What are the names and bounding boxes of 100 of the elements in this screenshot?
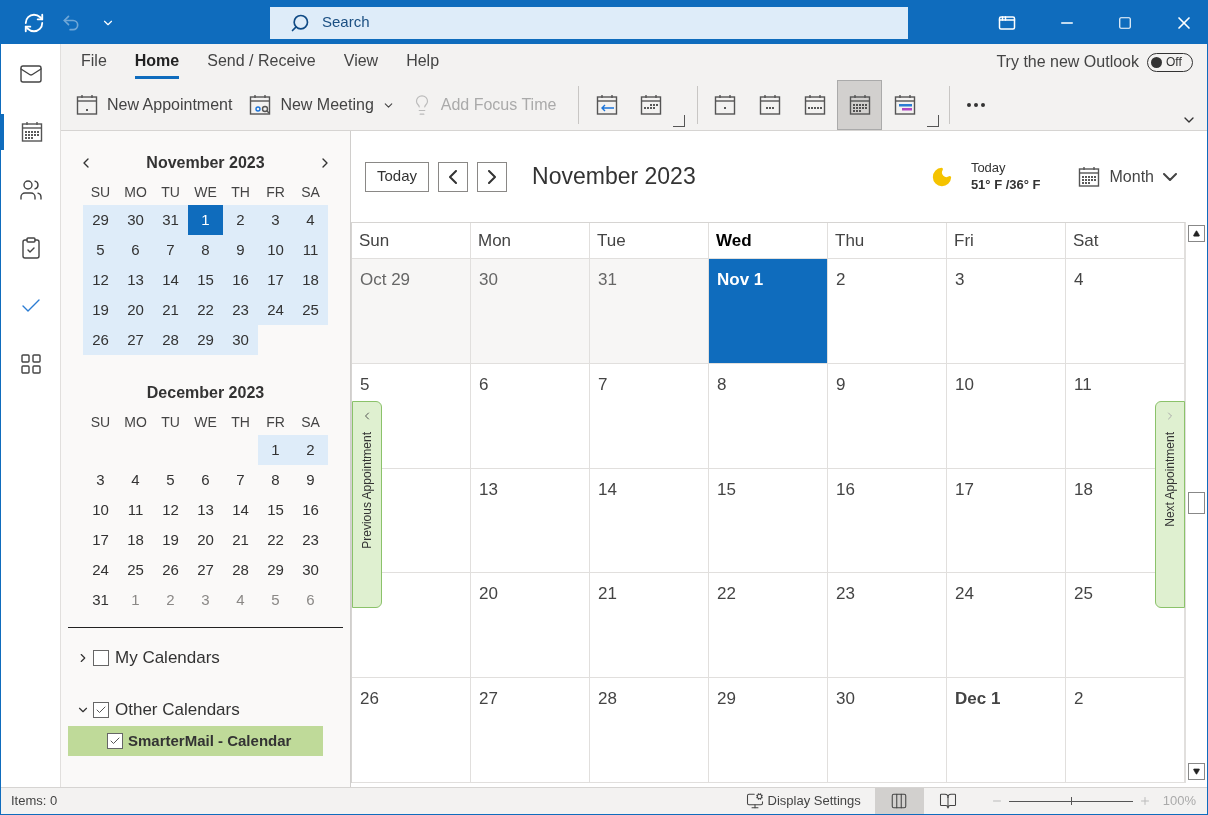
day-number[interactable]: 7 — [598, 374, 608, 394]
mini-calendar-day[interactable]: 8 — [188, 235, 223, 265]
mini-calendar-day[interactable]: 14 — [153, 265, 188, 295]
mini-calendar-day[interactable]: 23 — [293, 525, 328, 555]
day-number[interactable]: 11 — [1074, 374, 1092, 394]
mini-calendar-day[interactable]: 11 — [118, 495, 153, 525]
day-number[interactable]: 28 — [598, 689, 617, 709]
mini-calendar-day[interactable]: 25 — [293, 295, 328, 325]
mini-calendar-day[interactable]: 30 — [118, 205, 153, 235]
mini-calendar-day[interactable]: 3 — [83, 465, 118, 495]
day-number[interactable]: 17 — [955, 479, 974, 499]
day-number[interactable]: 8 — [717, 374, 727, 394]
day-number[interactable]: 22 — [717, 584, 736, 604]
day-number[interactable]: 16 — [836, 479, 855, 499]
ribbon-tab[interactable]: Home — [134, 45, 180, 79]
mini-calendar-day[interactable]: 9 — [293, 465, 328, 495]
mini-calendar-day[interactable]: 6 — [188, 465, 223, 495]
mini-calendar-day[interactable]: 29 — [188, 325, 223, 355]
day-number[interactable]: 25 — [1074, 584, 1093, 604]
mini-calendar-day[interactable]: 28 — [223, 555, 258, 585]
day-number[interactable]: 15 — [717, 479, 736, 499]
checkbox[interactable] — [107, 733, 123, 749]
day-number[interactable]: 6 — [479, 374, 489, 394]
maximize-icon[interactable] — [1118, 15, 1132, 30]
mini-calendar-day[interactable]: 6 — [118, 235, 153, 265]
mini-calendar-day[interactable]: 13 — [188, 495, 223, 525]
mini-calendar-day[interactable]: 31 — [153, 205, 188, 235]
mini-calendar-day[interactable]: 11 — [293, 235, 328, 265]
mini-calendar-day[interactable]: 1 — [258, 435, 293, 465]
mini-calendar-day[interactable]: 19 — [153, 525, 188, 555]
mini-calendar-day[interactable]: 15 — [258, 495, 293, 525]
mini-calendar-day[interactable]: 21 — [223, 525, 258, 555]
day-number[interactable]: 4 — [1074, 269, 1084, 289]
today-button[interactable]: Today — [365, 161, 430, 192]
mini-calendar-day[interactable]: 12 — [83, 265, 118, 295]
mini-calendar-day[interactable]: 1 — [188, 205, 223, 235]
day-number[interactable]: 21 — [598, 584, 617, 604]
checkbox[interactable] — [93, 650, 109, 666]
calendar-list-item[interactable]: SmarterMail - Calendar — [68, 726, 323, 756]
day-number[interactable]: Oct 29 — [360, 269, 411, 289]
mini-calendar-day[interactable]: 18 — [118, 525, 153, 555]
mini-calendar-day[interactable]: 27 — [118, 325, 153, 355]
scroll-up-button[interactable] — [1188, 225, 1205, 242]
ribbon-tab[interactable]: Help — [406, 45, 440, 79]
scroll-thumb[interactable] — [1188, 491, 1205, 514]
ribbon-tab[interactable]: View — [343, 45, 379, 79]
scroll-down-button[interactable] — [1188, 763, 1205, 780]
previous-appointment-tab[interactable]: Previous Appointment — [352, 401, 382, 608]
day-number[interactable]: 26 — [360, 689, 379, 709]
mini-calendar-day[interactable]: 10 — [83, 495, 118, 525]
mini-calendar-day[interactable]: 16 — [223, 265, 258, 295]
day-number[interactable]: 23 — [836, 584, 855, 604]
mini-calendar-day[interactable]: 2 — [293, 435, 328, 465]
mini-calendar-day[interactable]: 9 — [223, 235, 258, 265]
mini-calendar-day[interactable]: 28 — [153, 325, 188, 355]
mini-calendar-day[interactable]: 30 — [223, 325, 258, 355]
next-appointment-tab[interactable]: Next Appointment — [1155, 401, 1185, 608]
mini-calendar-day[interactable]: 13 — [118, 265, 153, 295]
mini-calendar-day[interactable]: 22 — [258, 525, 293, 555]
day-number[interactable]: 31 — [598, 269, 617, 289]
mini-calendar-day[interactable]: 18 — [293, 265, 328, 295]
day-number[interactable]: 2 — [836, 269, 846, 289]
mini-calendar-day[interactable]: 5 — [83, 235, 118, 265]
mini-calendar-day[interactable]: 27 — [188, 555, 223, 585]
day-number[interactable]: 27 — [479, 689, 498, 709]
mini-calendar-day[interactable]: 12 — [153, 495, 188, 525]
search-input[interactable]: Search — [322, 11, 822, 34]
checkbox[interactable] — [93, 702, 109, 718]
mini-calendar-day[interactable]: 20 — [188, 525, 223, 555]
ribbon-icon-button[interactable] — [837, 80, 883, 130]
mini-calendar-day[interactable]: 25 — [118, 555, 153, 585]
mini-calendar-day[interactable]: 19 — [83, 295, 118, 325]
view-dropdown[interactable]: Month — [1076, 164, 1177, 189]
day-number[interactable]: 30 — [479, 269, 498, 289]
dialog-launcher-icon[interactable] — [927, 115, 940, 127]
mini-calendar-day[interactable]: 7 — [223, 465, 258, 495]
mini-calendar-day[interactable]: 26 — [83, 325, 118, 355]
day-number[interactable]: Nov 1 — [717, 269, 764, 289]
mini-calendar-day[interactable]: 4 — [118, 465, 153, 495]
day-number[interactable]: 5 — [360, 374, 370, 394]
mini-calendar-day[interactable]: 21 — [153, 295, 188, 325]
mini-calendar-day[interactable]: 10 — [258, 235, 293, 265]
calendar-group-label[interactable]: My Calendars — [115, 645, 220, 671]
day-number[interactable]: 14 — [598, 479, 617, 499]
mini-calendar-day[interactable]: 5 — [153, 465, 188, 495]
day-number[interactable]: 2 — [1074, 689, 1084, 709]
mini-calendar-day[interactable]: 14 — [223, 495, 258, 525]
mini-calendar-day[interactable]: 31 — [83, 585, 118, 615]
mini-calendar-day[interactable]: 23 — [223, 295, 258, 325]
day-number[interactable]: 13 — [479, 479, 498, 499]
mini-calendar-day[interactable]: 15 — [188, 265, 223, 295]
mini-calendar-day[interactable]: 7 — [153, 235, 188, 265]
day-number[interactable]: 30 — [836, 689, 855, 709]
mini-calendar-day[interactable]: 4 — [293, 205, 328, 235]
display-settings-button[interactable]: Display Settings — [745, 791, 861, 811]
mini-calendar-day[interactable]: 29 — [83, 205, 118, 235]
mini-calendar-day[interactable]: 16 — [293, 495, 328, 525]
mini-calendar-day[interactable]: 8 — [258, 465, 293, 495]
calendar-group-label[interactable]: Other Calendars — [115, 697, 240, 723]
mini-calendar-day[interactable]: 30 — [293, 555, 328, 585]
